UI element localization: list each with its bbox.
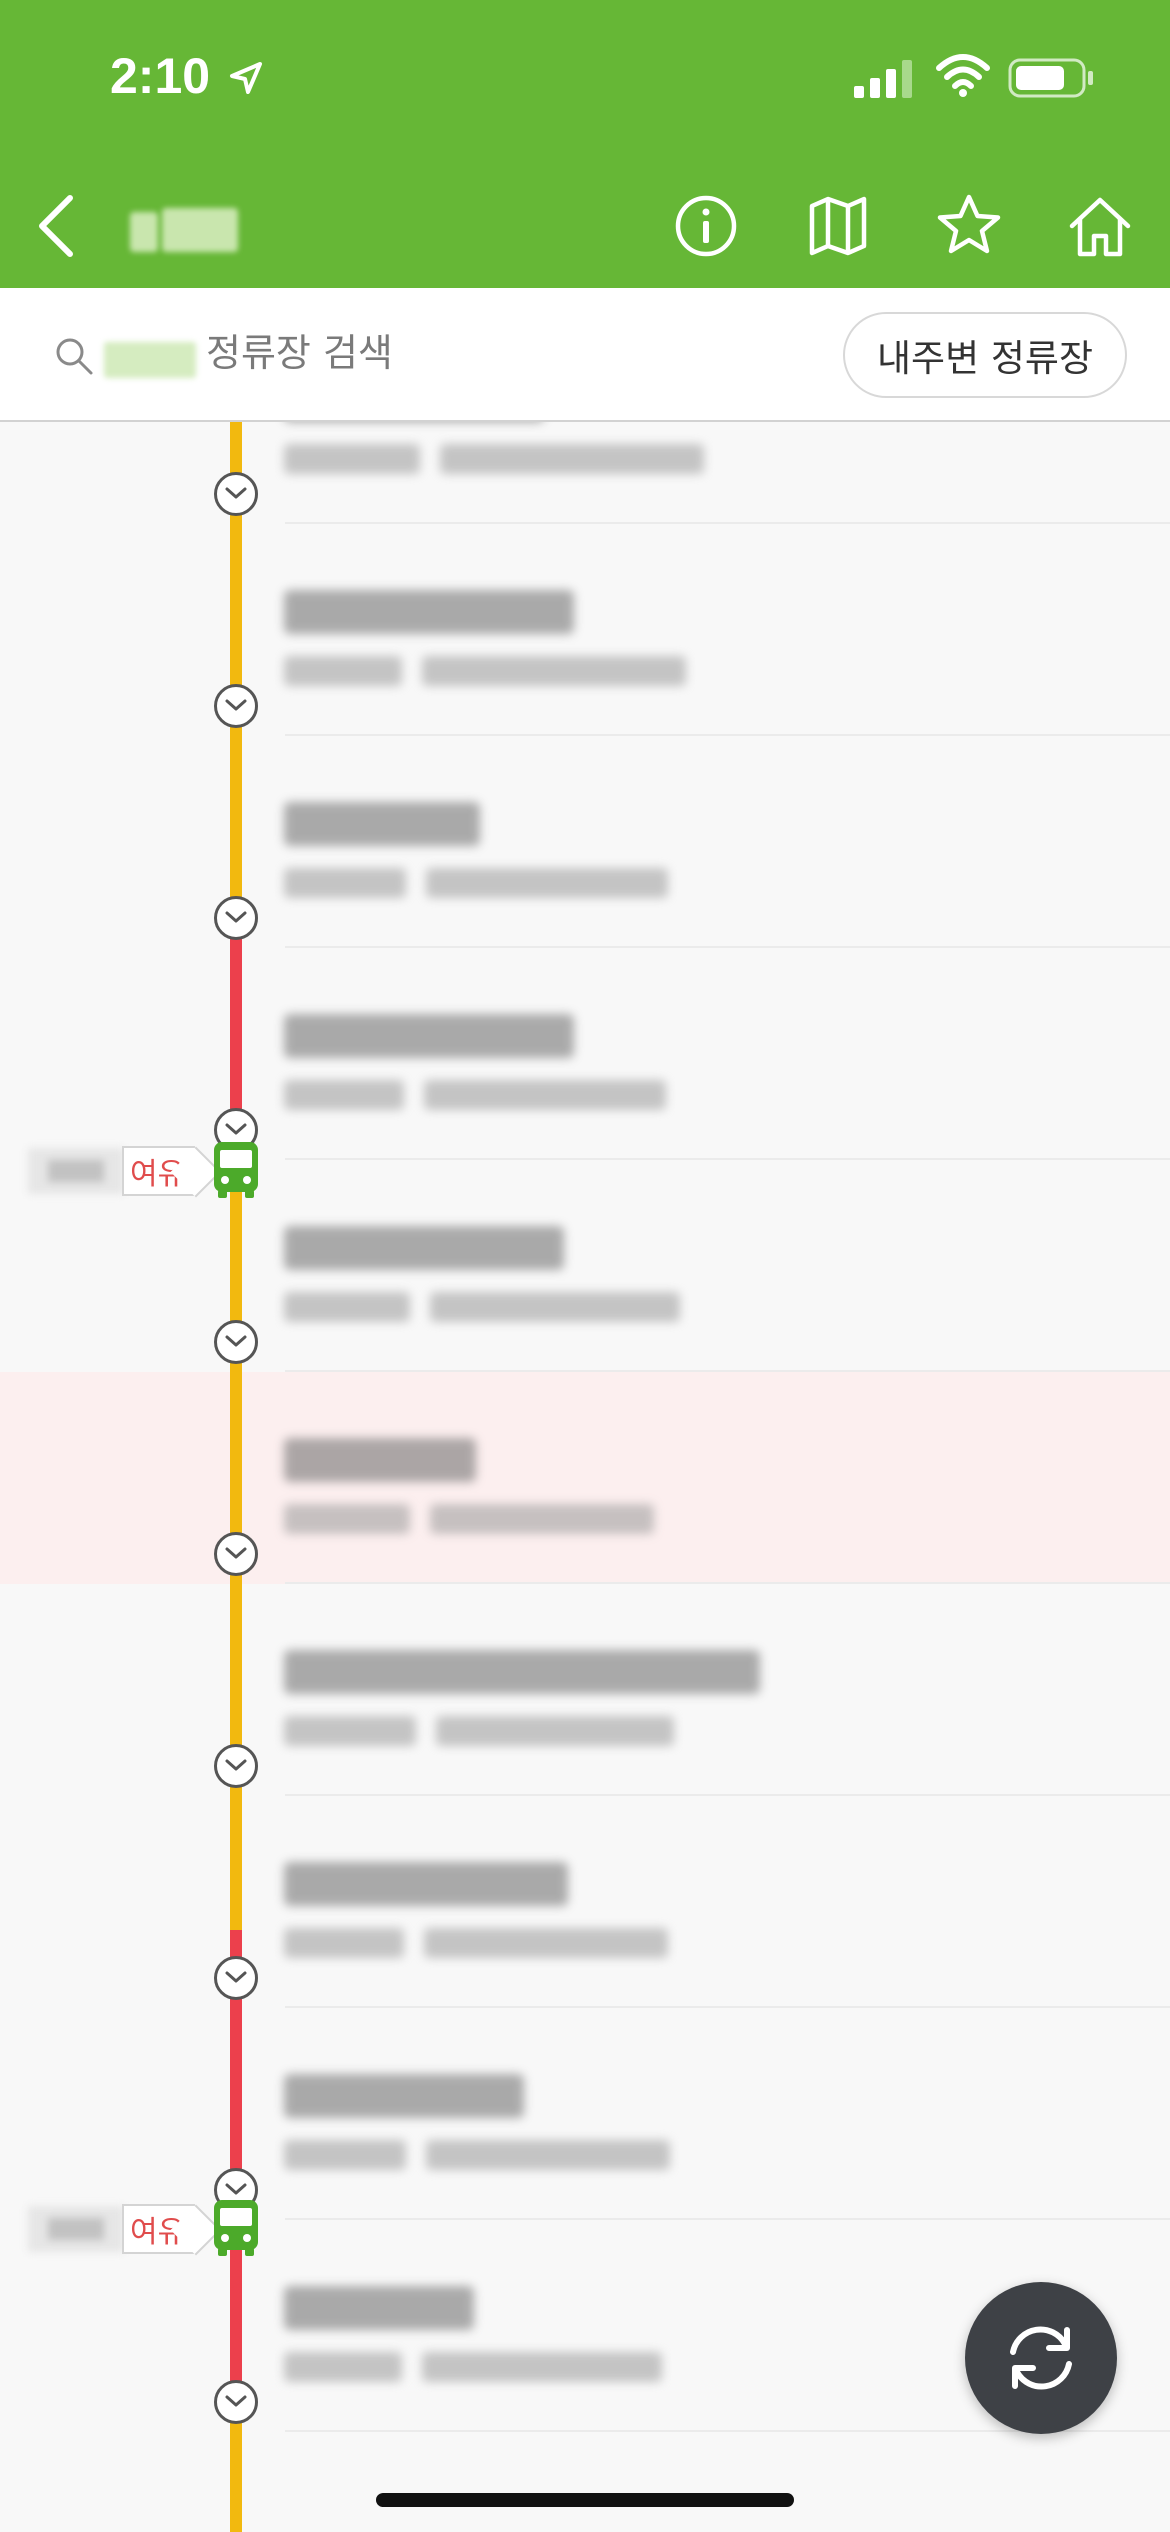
stop-info [284, 1438, 654, 1534]
back-button[interactable] [18, 186, 94, 266]
stop-marker-chevron-icon[interactable] [214, 684, 258, 728]
home-indicator [376, 2493, 794, 2507]
status-time: 2:10 [110, 48, 211, 104]
bus-position[interactable]: 여유 [0, 1136, 270, 1206]
stop-marker-chevron-icon[interactable] [214, 472, 258, 516]
route-number-title [128, 204, 242, 254]
stop-info [284, 2286, 662, 2382]
map-icon [809, 196, 867, 256]
bus-stop-row[interactable] [0, 1372, 1170, 1584]
refresh-button[interactable] [965, 2282, 1117, 2434]
info-icon [675, 195, 737, 257]
bus-position[interactable]: 여유 [0, 2194, 270, 2264]
stop-info [284, 590, 686, 686]
battery-icon [1008, 58, 1093, 98]
bus-stop-row[interactable] [0, 1584, 1170, 1796]
stop-search-bar: 내주변 정류장 [0, 288, 1170, 422]
bus-stop-row[interactable] [0, 422, 1170, 524]
stop-info [284, 802, 668, 898]
bus-plate-number [28, 1148, 124, 1194]
stop-info [284, 1226, 680, 1322]
search-route-prefix [104, 342, 196, 378]
stop-marker-chevron-icon[interactable] [214, 1532, 258, 1576]
app-header: 2:10 [0, 0, 1170, 288]
search-icon [56, 338, 93, 375]
home-icon [1069, 197, 1131, 257]
stop-info [284, 1862, 668, 1958]
stop-info [284, 1650, 760, 1746]
stop-marker-chevron-icon[interactable] [214, 896, 258, 940]
crowding-status-badge: 여유 [122, 2204, 196, 2254]
stop-info [284, 2074, 670, 2170]
star-icon [937, 194, 1001, 254]
stop-marker-chevron-icon[interactable] [214, 1320, 258, 1364]
stop-marker-chevron-icon[interactable] [214, 1956, 258, 2000]
route-stop-list[interactable]: 여유 여유 [0, 422, 1170, 2532]
home-button[interactable] [1062, 188, 1138, 264]
bus-stop-row[interactable] [0, 1796, 1170, 2008]
chevron-left-icon [39, 195, 73, 257]
wifi-icon [936, 54, 990, 97]
bus-icon [214, 2200, 258, 2256]
bus-stop-row[interactable] [0, 736, 1170, 948]
location-arrow-icon [230, 62, 262, 94]
bus-stop-row[interactable] [0, 948, 1170, 1160]
stop-info [284, 1014, 666, 1110]
nearby-stops-button[interactable]: 내주변 정류장 [843, 312, 1127, 398]
stop-marker-chevron-icon[interactable] [214, 2380, 258, 2424]
bus-stop-row[interactable] [0, 524, 1170, 736]
stop-search-input[interactable] [206, 318, 806, 388]
favorite-button[interactable] [931, 188, 1007, 264]
refresh-icon [1010, 2326, 1072, 2390]
info-button[interactable] [668, 188, 744, 264]
bus-plate-number [28, 2206, 124, 2252]
crowding-status-badge: 여유 [122, 1146, 196, 1196]
stop-info [284, 422, 704, 474]
bus-icon [214, 1142, 258, 1198]
bus-stop-row[interactable] [0, 2008, 1170, 2220]
signal-icon [854, 60, 912, 98]
stop-marker-chevron-icon[interactable] [214, 1744, 258, 1788]
map-button[interactable] [800, 188, 876, 264]
